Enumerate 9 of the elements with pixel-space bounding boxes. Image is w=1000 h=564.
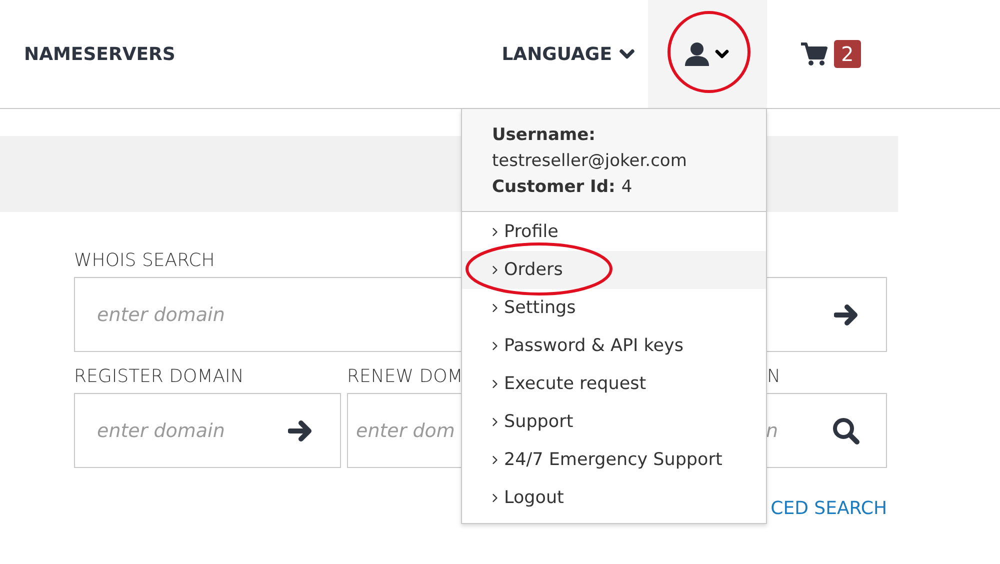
field-label: RENEW DOM — [347, 365, 463, 389]
cart-count-badge: 2 — [834, 40, 861, 68]
customer-id-value: 4 — [621, 177, 632, 197]
field-label: N — [767, 365, 780, 389]
customer-id-label: Customer Id: — [492, 177, 616, 197]
field-label: WHOIS SEARCH — [74, 249, 215, 273]
field-label: REGISTER DOMAIN — [74, 365, 244, 389]
username-text: testreseller@joker.com — [492, 151, 688, 171]
username-label: Username: — [492, 125, 596, 145]
